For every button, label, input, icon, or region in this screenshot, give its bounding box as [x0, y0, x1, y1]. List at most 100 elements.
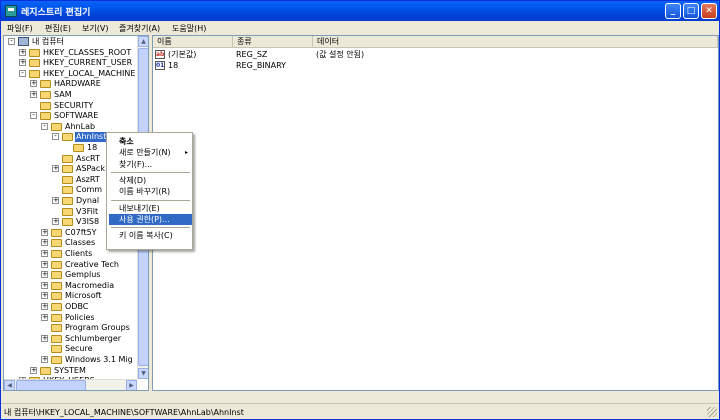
tree-node[interactable]: Program Groups: [4, 323, 136, 333]
context-menu-item[interactable]: 축소: [109, 136, 192, 147]
tree-node[interactable]: + Gemplus: [4, 270, 136, 280]
value-type: REG_SZ: [236, 50, 268, 59]
folder-icon: [51, 122, 62, 131]
collapse-icon[interactable]: -: [8, 38, 15, 45]
resize-grip-icon[interactable]: [707, 407, 717, 417]
tree-node[interactable]: - SOFTWARE: [4, 111, 136, 121]
collapse-icon[interactable]: -: [19, 69, 26, 77]
tree-node-label: AscRT: [76, 153, 100, 163]
expand-icon[interactable]: +: [41, 260, 48, 268]
context-menu-item-label: 이름 바꾸기(R): [119, 187, 171, 197]
tree-node[interactable]: + SYSTEM: [4, 366, 136, 376]
context-menu-item-label: 새로 만들기(N): [119, 148, 171, 158]
tree-node[interactable]: + Policies: [4, 313, 136, 323]
maximize-button[interactable]: □: [683, 3, 699, 19]
menu-edit[interactable]: 편집(E): [45, 23, 71, 34]
value-row[interactable]: ab (기본값) REG_SZ (값 설정 안됨): [153, 49, 713, 60]
tree-node[interactable]: + Macromedia: [4, 281, 136, 291]
expand-icon[interactable]: +: [41, 356, 48, 363]
scroll-right-icon[interactable]: ▶: [126, 380, 137, 390]
expand-icon[interactable]: +: [30, 80, 37, 88]
expand-icon[interactable]: +: [41, 313, 48, 321]
tree-node-label: ODBC: [65, 302, 89, 311]
expand-icon[interactable]: +: [41, 303, 48, 310]
expand-icon[interactable]: +: [30, 91, 37, 98]
column-header-type[interactable]: 종류: [233, 36, 313, 48]
menu-help[interactable]: 도움말(H): [172, 23, 206, 34]
values-pane[interactable]: 이름 종류 데이터 ab (기본값) REG_SZ (값 설정 안됨) 01 1…: [152, 35, 719, 391]
expand-icon[interactable]: +: [52, 165, 59, 173]
expand-icon[interactable]: +: [19, 48, 26, 56]
tree-node-label: SOFTWARE: [54, 111, 99, 121]
expand-icon[interactable]: +: [41, 271, 48, 279]
context-menu-item[interactable]: 새로 만들기(N) ▸: [109, 147, 192, 158]
folder-icon: [40, 366, 51, 375]
tree-node[interactable]: + HARDWARE: [4, 79, 136, 89]
folder-icon: [62, 133, 73, 142]
expand-icon[interactable]: +: [41, 292, 48, 300]
tree-node[interactable]: + HKEY_CURRENT_USER: [4, 58, 136, 68]
folder-icon: [51, 313, 62, 322]
expand-icon[interactable]: +: [52, 197, 59, 204]
folder-icon: [62, 165, 73, 174]
tree-node[interactable]: + Creative Tech: [4, 260, 136, 270]
scroll-thumb-horizontal[interactable]: [16, 380, 86, 390]
context-menu-item-label: 축소: [119, 137, 134, 146]
menu-file[interactable]: 파일(F): [7, 23, 33, 34]
submenu-arrow-icon: ▸: [184, 149, 188, 157]
tree-node-label: AszRT: [76, 174, 100, 184]
scroll-left-icon[interactable]: ◀: [4, 380, 15, 390]
menu-view[interactable]: 보기(V): [82, 23, 108, 34]
status-path: 내 컴퓨터\HKEY_LOCAL_MACHINE\SOFTWARE\AhnLab…: [4, 408, 244, 417]
menu-favorites[interactable]: 즐겨찾기(A): [119, 23, 160, 34]
value-row[interactable]: 01 18 REG_BINARY: [153, 60, 713, 71]
tree-node-label: Secure: [65, 344, 93, 354]
tree-node[interactable]: - 내 컴퓨터: [4, 37, 136, 47]
expand-icon[interactable]: +: [41, 334, 48, 342]
tree-node[interactable]: - AhnLab: [4, 122, 136, 132]
expand-icon[interactable]: +: [52, 218, 59, 226]
tree-node-label: Gemplus: [65, 270, 101, 280]
column-header-data[interactable]: 데이터: [313, 36, 718, 48]
scroll-down-icon[interactable]: ▼: [138, 368, 148, 379]
tree-node[interactable]: Secure: [4, 344, 136, 354]
collapse-icon[interactable]: -: [41, 122, 48, 130]
expand-icon[interactable]: +: [41, 228, 48, 236]
menu-separator: [111, 199, 190, 201]
collapse-icon[interactable]: -: [30, 112, 37, 120]
column-header-name[interactable]: 이름: [153, 36, 233, 48]
tree-node[interactable]: + Schlumberger: [4, 334, 136, 344]
string-value-icon: ab: [155, 50, 165, 59]
tree-node[interactable]: + Windows 3.1 Mig: [4, 355, 136, 365]
tree-node[interactable]: + Clients: [4, 249, 136, 259]
folder-icon: [51, 324, 62, 333]
context-menu-item[interactable]: 이름 바꾸기(R): [109, 186, 192, 197]
tree-node[interactable]: - HKEY_LOCAL_MACHINE: [4, 69, 136, 79]
scroll-up-icon[interactable]: ▲: [138, 36, 148, 47]
tree-node-label: V3IS8: [76, 217, 100, 227]
expand-icon[interactable]: +: [41, 250, 48, 257]
tree-node[interactable]: SECURITY: [4, 101, 136, 111]
expand-icon[interactable]: +: [19, 59, 26, 67]
context-menu-item[interactable]: 삭제(D): [109, 175, 192, 186]
expand-icon[interactable]: +: [41, 281, 48, 289]
title-bar[interactable]: 레지스트리 편집기 _ □ ✕: [1, 1, 719, 21]
tree-node[interactable]: + SAM: [4, 90, 136, 100]
context-menu-item[interactable]: 내보내기(E): [109, 203, 192, 214]
tree-node[interactable]: + HKEY_CLASSES_ROOT: [4, 48, 136, 58]
expand-icon[interactable]: +: [30, 366, 37, 374]
tree-node[interactable]: + Microsoft: [4, 291, 136, 301]
minimize-button[interactable]: _: [665, 3, 681, 19]
context-menu-item[interactable]: 키 이름 복사(C): [109, 230, 192, 241]
expand-icon[interactable]: +: [41, 239, 48, 247]
collapse-icon[interactable]: -: [52, 133, 59, 141]
tree-node-label: Policies: [65, 312, 95, 322]
tree-node-label: HKEY_CURRENT_USER: [43, 58, 133, 68]
context-menu-item-label: 사용 권한(P)...: [119, 214, 170, 224]
tree-horizontal-scrollbar[interactable]: ◀ ▶: [4, 379, 137, 390]
tree-node[interactable]: + ODBC: [4, 302, 136, 312]
context-menu-item[interactable]: 찾기(F)...: [109, 159, 192, 170]
tree-node-label: HKEY_CLASSES_ROOT: [43, 47, 132, 57]
context-menu-item[interactable]: 사용 권한(P)...: [109, 213, 192, 225]
close-button[interactable]: ✕: [701, 3, 717, 19]
